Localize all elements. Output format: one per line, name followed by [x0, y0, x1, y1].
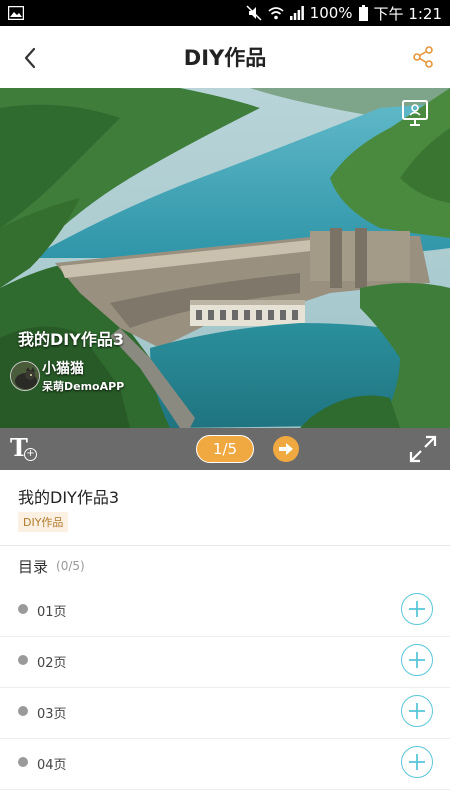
- viewer-control-bar: T + 1/5: [0, 428, 450, 470]
- toc-header: 目录 (0/5): [0, 546, 450, 586]
- signal-icon: [289, 6, 304, 20]
- page-label: 03页: [37, 707, 67, 722]
- plus-icon: [409, 601, 425, 617]
- author-info[interactable]: 小猫猫 呆萌DemoAPP: [10, 358, 124, 394]
- list-item[interactable]: 03页: [0, 688, 450, 739]
- status-time: 下午 1:21: [373, 4, 442, 23]
- image-icon: [8, 6, 24, 20]
- plus-icon: [409, 703, 425, 719]
- page-label: 01页: [37, 605, 67, 620]
- cat-avatar-image: [11, 362, 39, 390]
- work-title-overlay: 我的DIY作品3: [18, 330, 124, 349]
- toc-list: 01页 02页 03页 04页: [0, 586, 450, 790]
- author-app: 呆萌DemoAPP: [42, 380, 125, 393]
- presentation-button[interactable]: [400, 98, 430, 128]
- bullet-icon: [18, 604, 28, 614]
- fullscreen-button[interactable]: [408, 434, 438, 464]
- bullet-icon: [18, 655, 28, 665]
- list-item[interactable]: 02页: [0, 637, 450, 688]
- bullet-icon: [18, 706, 28, 716]
- page-label: 02页: [37, 656, 67, 671]
- fullscreen-icon: [409, 435, 437, 463]
- share-button[interactable]: [408, 42, 438, 72]
- back-button[interactable]: [14, 42, 46, 74]
- work-cover-image[interactable]: 我的DIY作品3 小猫猫 呆萌DemoAPP: [0, 88, 450, 428]
- share-icon: [413, 46, 433, 68]
- add-page-button[interactable]: [401, 746, 433, 778]
- page-title: DIY作品: [183, 46, 267, 70]
- bullet-icon: [18, 757, 28, 767]
- page-indicator[interactable]: 1/5: [196, 435, 254, 463]
- battery-icon: [358, 5, 368, 21]
- author-name: 小猫猫: [42, 361, 84, 377]
- add-page-button[interactable]: [401, 644, 433, 676]
- add-text-button[interactable]: T +: [8, 433, 40, 464]
- back-arrow-icon: [24, 47, 36, 69]
- status-bar: 100% 下午 1:21: [0, 0, 450, 26]
- wifi-icon: [268, 7, 284, 20]
- plus-icon: [409, 754, 425, 770]
- work-info: 我的DIY作品3 DIY作品: [0, 470, 450, 546]
- work-name: 我的DIY作品3: [18, 488, 119, 507]
- mute-icon: [246, 5, 262, 21]
- presentation-icon: [402, 100, 428, 126]
- add-page-button[interactable]: [401, 593, 433, 625]
- plus-circle-icon: +: [24, 448, 37, 461]
- category-tag[interactable]: DIY作品: [18, 512, 69, 532]
- list-item[interactable]: 01页: [0, 586, 450, 637]
- list-item[interactable]: 04页: [0, 739, 450, 790]
- title-bar: DIY作品: [0, 26, 450, 88]
- add-page-button[interactable]: [401, 695, 433, 727]
- next-page-button[interactable]: [273, 436, 299, 462]
- avatar[interactable]: [10, 361, 40, 391]
- page-label: 04页: [37, 758, 67, 773]
- battery-percent: 100%: [309, 4, 353, 22]
- next-arrow-icon: [279, 443, 293, 455]
- toc-count: (0/5): [56, 559, 85, 573]
- plus-icon: [409, 652, 425, 668]
- toc-label: 目录: [18, 557, 49, 576]
